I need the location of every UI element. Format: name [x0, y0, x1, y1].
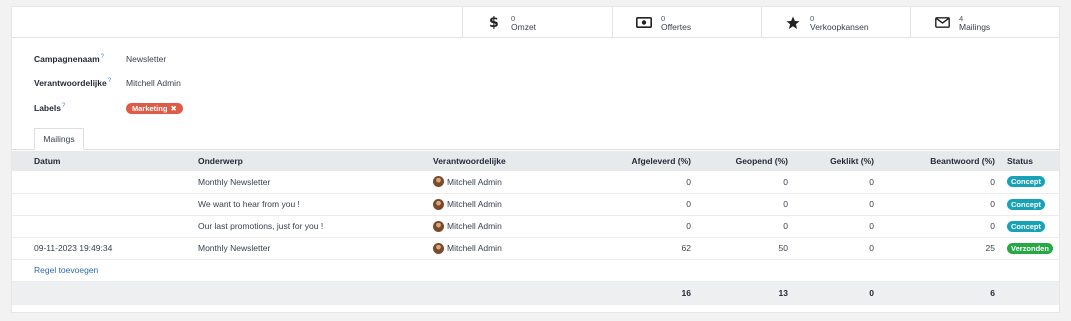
- avatar: [433, 220, 444, 232]
- envelope-icon: [931, 15, 953, 31]
- money-bill-icon: [633, 15, 655, 31]
- cell-subject: Monthly Newsletter: [192, 171, 427, 194]
- status-badge: Concept: [1007, 198, 1045, 210]
- cell-replied: 0: [880, 215, 1001, 238]
- table-row[interactable]: Our last promotions, just for you ! Mitc…: [12, 215, 1059, 238]
- cell-responsible: Mitchell Admin: [447, 221, 502, 231]
- mailings-label: Mailings: [959, 21, 991, 32]
- cell-clicked: 0: [794, 193, 880, 216]
- table-row[interactable]: Monthly Newsletter Mitchell Admin 0 0 0 …: [12, 171, 1059, 194]
- notebook-tabs: Mailings: [12, 128, 1059, 150]
- column-header-clicked[interactable]: Geklikt (%): [794, 151, 880, 171]
- cell-delivered: 62: [587, 237, 697, 260]
- cell-subject: Monthly Newsletter: [192, 237, 427, 260]
- column-header-responsible[interactable]: Verantwoordelijke: [427, 151, 587, 171]
- cell-replied: 0: [880, 171, 1001, 194]
- help-tooltip-icon[interactable]: ?: [62, 103, 65, 109]
- total-opened: 13: [778, 288, 788, 299]
- column-header-replied[interactable]: Beantwoord (%): [880, 151, 1001, 171]
- campaign-name-label: Campagnenaam: [34, 54, 100, 64]
- cell-replied: 0: [880, 193, 1001, 216]
- revenue-label: Omzet: [511, 21, 537, 32]
- column-header-delivered[interactable]: Afgeleverd (%): [587, 151, 697, 171]
- avatar: [433, 198, 444, 210]
- quotations-button[interactable]: 0 Offertes: [612, 7, 761, 38]
- total-clicked: 0: [869, 288, 874, 299]
- cell-delivered: 0: [587, 193, 697, 216]
- cell-opened: 0: [697, 193, 794, 216]
- remove-tag-icon[interactable]: ✖: [170, 104, 176, 113]
- cell-clicked: 0: [794, 237, 880, 260]
- cell-responsible: Mitchell Admin: [447, 199, 502, 209]
- cell-subject: We want to hear from you !: [192, 193, 427, 216]
- campaign-name-field: Campagnenaam? Newsletter: [34, 52, 166, 66]
- cell-opened: 0: [697, 215, 794, 238]
- quotations-label: Offertes: [661, 21, 692, 32]
- opportunities-button[interactable]: 0 Verkoopkansen: [761, 7, 910, 38]
- cell-opened: 0: [697, 171, 794, 194]
- campaign-name-input[interactable]: Newsletter: [126, 54, 166, 64]
- column-header-status[interactable]: Status: [1001, 151, 1059, 171]
- column-header-date[interactable]: Datum: [12, 151, 192, 171]
- mailings-table: Datum Onderwerp Verantwoordelijke Afgele…: [12, 151, 1059, 305]
- cell-replied: 25: [880, 237, 1001, 260]
- cell-date: 09-11-2023 19:49:34: [12, 237, 192, 260]
- mailings-button[interactable]: 4 Mailings: [910, 7, 1059, 38]
- cell-opened: 50: [697, 237, 794, 260]
- responsible-label: Verantwoordelijke: [34, 78, 107, 88]
- cell-delivered: 0: [587, 215, 697, 238]
- cell-responsible: Mitchell Admin: [447, 243, 502, 253]
- status-badge: Concept: [1007, 220, 1045, 232]
- add-line-link[interactable]: Regel toevoegen: [12, 259, 1059, 282]
- dollar-icon: $: [483, 15, 505, 31]
- help-tooltip-icon[interactable]: ?: [108, 78, 111, 84]
- cell-subject: Our last promotions, just for you !: [192, 215, 427, 238]
- cell-clicked: 0: [794, 171, 880, 194]
- column-header-subject[interactable]: Onderwerp: [192, 151, 427, 171]
- cell-date: [12, 215, 192, 238]
- table-row[interactable]: We want to hear from you ! Mitchell Admi…: [12, 193, 1059, 216]
- total-delivered: 16: [681, 288, 691, 299]
- tag-marketing: Marketing ✖: [126, 102, 183, 114]
- labels-field: Labels? Marketing ✖: [34, 101, 183, 115]
- cell-responsible: Mitchell Admin: [447, 176, 502, 187]
- revenue-button[interactable]: $ 0 Omzet: [462, 7, 612, 38]
- avatar: [433, 242, 444, 254]
- cell-date: [12, 171, 192, 194]
- totals-row: 16 13 0 6: [12, 281, 1059, 305]
- cell-delivered: 0: [587, 171, 697, 194]
- help-tooltip-icon[interactable]: ?: [101, 54, 104, 60]
- labels-label: Labels: [34, 103, 61, 113]
- table-header-row: Datum Onderwerp Verantwoordelijke Afgele…: [12, 151, 1059, 171]
- responsible-field: Verantwoordelijke? Mitchell Admin: [34, 76, 181, 90]
- table-row[interactable]: 09-11-2023 19:49:34 Monthly Newsletter M…: [12, 237, 1059, 260]
- avatar: [433, 176, 444, 188]
- status-badge: Verzonden: [1007, 242, 1053, 254]
- tab-mailings[interactable]: Mailings: [34, 128, 84, 150]
- smart-button-box: $ 0 Omzet 0 Offertes 0 Verkoopkansen 4 M…: [12, 7, 1059, 38]
- svg-text:$: $: [489, 15, 499, 30]
- add-line-row: Regel toevoegen: [12, 259, 1059, 282]
- cell-date: [12, 193, 192, 216]
- column-header-opened[interactable]: Geopend (%): [697, 151, 794, 171]
- total-replied: 6: [990, 288, 995, 299]
- status-badge: Concept: [1007, 176, 1045, 188]
- tag-label: Marketing: [132, 103, 168, 113]
- cell-clicked: 0: [794, 215, 880, 238]
- star-icon: [782, 15, 804, 31]
- responsible-input[interactable]: Mitchell Admin: [126, 78, 181, 88]
- opportunities-label: Verkoopkansen: [810, 21, 869, 32]
- form-sheet: $ 0 Omzet 0 Offertes 0 Verkoopkansen 4 M…: [11, 6, 1060, 313]
